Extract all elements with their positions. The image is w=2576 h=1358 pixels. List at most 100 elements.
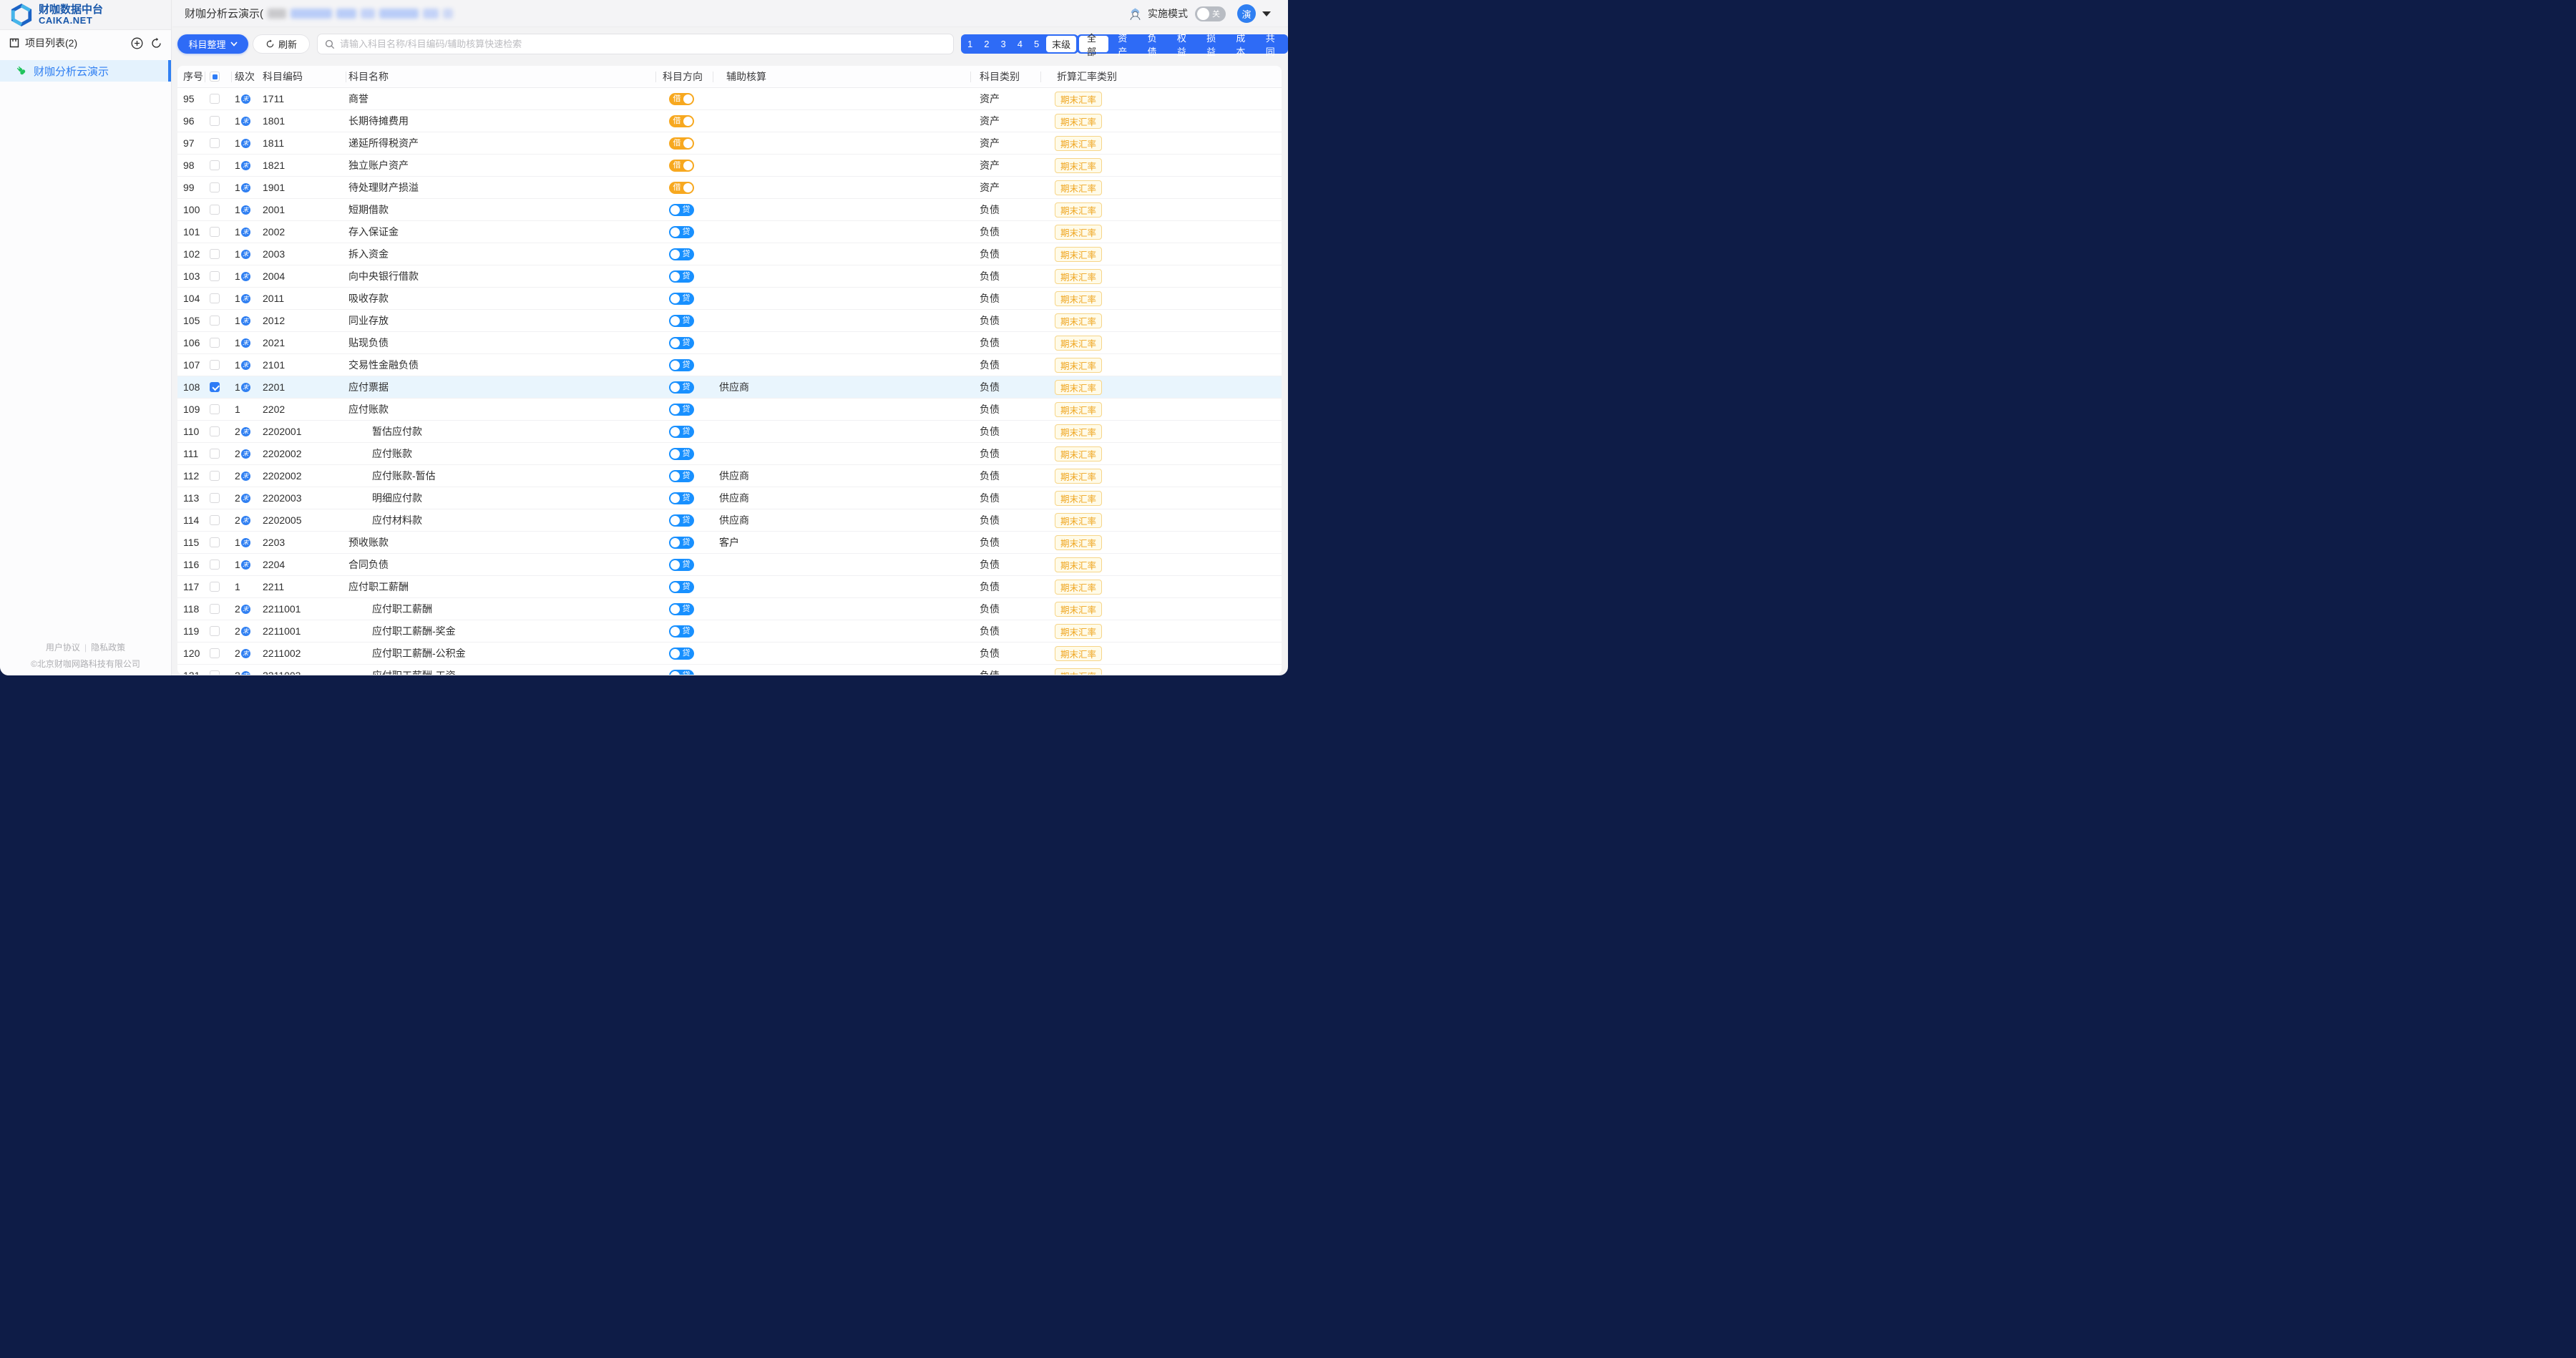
rate-chip[interactable]: 期末汇率 — [1055, 646, 1102, 661]
table-row[interactable]: 11712211应付职工薪酬贷负债期末汇率 — [177, 576, 1282, 598]
table-row[interactable]: 1192末2211001应付职工薪酬-奖金贷负债期末汇率 — [177, 620, 1282, 643]
direction-toggle[interactable]: 贷 — [669, 426, 694, 438]
rate-chip[interactable]: 期末汇率 — [1055, 291, 1102, 306]
rate-chip[interactable]: 期末汇率 — [1055, 469, 1102, 484]
table-row[interactable]: 1031末2004向中央银行借款贷负债期末汇率 — [177, 265, 1282, 288]
rate-chip[interactable]: 期末汇率 — [1055, 402, 1102, 417]
select-all-checkbox[interactable] — [210, 72, 220, 82]
table-row[interactable]: 1142末2202005应付材料款贷供应商负债期末汇率 — [177, 509, 1282, 532]
row-checkbox[interactable] — [210, 560, 220, 570]
rate-chip[interactable]: 期末汇率 — [1055, 92, 1102, 107]
rate-chip[interactable]: 期末汇率 — [1055, 358, 1102, 373]
row-checkbox[interactable] — [210, 205, 220, 215]
privacy-link[interactable]: 隐私政策 — [91, 643, 125, 653]
table-row[interactable]: 981末1821独立账户资产借资产期末汇率 — [177, 155, 1282, 177]
direction-toggle[interactable]: 贷 — [669, 337, 694, 349]
table-row[interactable]: 1061末2021贴现负债贷负债期末汇率 — [177, 332, 1282, 354]
rate-chip[interactable]: 期末汇率 — [1055, 513, 1102, 528]
rate-chip[interactable]: 期末汇率 — [1055, 158, 1102, 173]
direction-toggle[interactable]: 借 — [669, 160, 694, 172]
row-checkbox[interactable] — [210, 582, 220, 592]
rate-chip[interactable]: 期末汇率 — [1055, 380, 1102, 395]
rate-chip[interactable]: 期末汇率 — [1055, 202, 1102, 218]
direction-toggle[interactable]: 贷 — [669, 359, 694, 371]
implementation-mode-toggle[interactable]: 关 — [1195, 6, 1226, 21]
table-row[interactable]: 1071末2101交易性金融负债贷负债期末汇率 — [177, 354, 1282, 376]
row-checkbox[interactable] — [210, 182, 220, 192]
direction-toggle[interactable]: 贷 — [669, 470, 694, 482]
rate-chip[interactable]: 期末汇率 — [1055, 424, 1102, 439]
rate-chip[interactable]: 期末汇率 — [1055, 580, 1102, 595]
table-row[interactable]: 1041末2011吸收存款贷负债期末汇率 — [177, 288, 1282, 310]
rate-chip[interactable]: 期末汇率 — [1055, 602, 1102, 617]
rate-chip[interactable]: 期末汇率 — [1055, 446, 1102, 461]
direction-toggle[interactable]: 贷 — [669, 270, 694, 283]
row-checkbox[interactable] — [210, 360, 220, 370]
table-row[interactable]: 10912202应付账款贷负债期末汇率 — [177, 399, 1282, 421]
row-checkbox[interactable] — [210, 227, 220, 237]
terms-link[interactable]: 用户协议 — [46, 643, 80, 653]
row-checkbox[interactable] — [210, 670, 220, 675]
rate-chip[interactable]: 期末汇率 — [1055, 114, 1102, 129]
rate-chip[interactable]: 期末汇率 — [1055, 180, 1102, 195]
row-checkbox[interactable] — [210, 493, 220, 503]
sidebar-item-project[interactable]: 财咖分析云演示 — [0, 60, 171, 82]
table-row[interactable]: 1102末2202001暂估应付款贷负债期末汇率 — [177, 421, 1282, 443]
chevron-down-icon[interactable] — [1262, 11, 1271, 16]
direction-toggle[interactable]: 贷 — [669, 648, 694, 660]
avatar[interactable]: 演 — [1237, 4, 1256, 23]
rate-chip[interactable]: 期末汇率 — [1055, 491, 1102, 506]
table-row[interactable]: 1132末2202003明细应付款贷供应商负债期末汇率 — [177, 487, 1282, 509]
table-row[interactable]: 1011末2002存入保证金贷负债期末汇率 — [177, 221, 1282, 243]
level-filter-option-1[interactable]: 1 — [962, 34, 978, 54]
row-checkbox[interactable] — [210, 249, 220, 259]
row-checkbox[interactable] — [210, 160, 220, 170]
add-project-button[interactable] — [131, 37, 143, 49]
level-filter-option-5[interactable]: 5 — [1028, 34, 1045, 54]
table-row[interactable]: 951末1711商誉借资产期末汇率 — [177, 88, 1282, 110]
row-checkbox[interactable] — [210, 271, 220, 281]
row-checkbox[interactable] — [210, 293, 220, 303]
level-filter-option-3[interactable]: 3 — [995, 34, 1011, 54]
rate-chip[interactable]: 期末汇率 — [1055, 535, 1102, 550]
table-row[interactable]: 961末1801长期待摊费用借资产期末汇率 — [177, 110, 1282, 132]
direction-toggle[interactable]: 贷 — [669, 404, 694, 416]
direction-toggle[interactable]: 借 — [669, 115, 694, 127]
table-row[interactable]: 991末1901待处理财产损溢借资产期末汇率 — [177, 177, 1282, 199]
direction-toggle[interactable]: 贷 — [669, 581, 694, 593]
level-filter-option-末级[interactable]: 末级 — [1046, 36, 1076, 52]
rate-chip[interactable]: 期末汇率 — [1055, 225, 1102, 240]
direction-toggle[interactable]: 贷 — [669, 603, 694, 615]
table-row[interactable]: 1112末2202002应付账款贷负债期末汇率 — [177, 443, 1282, 465]
rate-chip[interactable]: 期末汇率 — [1055, 336, 1102, 351]
direction-toggle[interactable]: 贷 — [669, 537, 694, 549]
level-filter-option-4[interactable]: 4 — [1012, 34, 1028, 54]
refresh-button[interactable]: 刷新 — [253, 34, 310, 54]
table-row[interactable]: 1001末2001短期借款贷负债期末汇率 — [177, 199, 1282, 221]
direction-toggle[interactable]: 借 — [669, 137, 694, 150]
category-filter-option-权益[interactable]: 权益 — [1169, 34, 1199, 54]
row-checkbox[interactable] — [210, 382, 220, 392]
row-checkbox[interactable] — [210, 515, 220, 525]
category-filter-option-共同[interactable]: 共同 — [1258, 34, 1287, 54]
table-row[interactable]: 971末1811递延所得税资产借资产期末汇率 — [177, 132, 1282, 155]
category-filter-option-负债[interactable]: 负债 — [1140, 34, 1169, 54]
rate-chip[interactable]: 期末汇率 — [1055, 247, 1102, 262]
table-row[interactable]: 1182末2211001应付职工薪酬贷负债期末汇率 — [177, 598, 1282, 620]
level-filter-option-2[interactable]: 2 — [978, 34, 995, 54]
category-filter-option-成本[interactable]: 成本 — [1228, 34, 1257, 54]
search-input[interactable] — [340, 39, 946, 49]
direction-toggle[interactable]: 贷 — [669, 204, 694, 216]
direction-toggle[interactable]: 借 — [669, 182, 694, 194]
rate-chip[interactable]: 期末汇率 — [1055, 557, 1102, 572]
rate-chip[interactable]: 期末汇率 — [1055, 668, 1102, 675]
direction-toggle[interactable]: 贷 — [669, 559, 694, 571]
organize-subjects-button[interactable]: 科目整理 — [177, 34, 248, 54]
rate-chip[interactable]: 期末汇率 — [1055, 136, 1102, 151]
row-checkbox[interactable] — [210, 426, 220, 436]
direction-toggle[interactable]: 贷 — [669, 514, 694, 527]
table-row[interactable]: 1202末2211002应付职工薪酬-公积金贷负债期末汇率 — [177, 643, 1282, 665]
row-checkbox[interactable] — [210, 94, 220, 104]
direction-toggle[interactable]: 贷 — [669, 670, 694, 675]
rate-chip[interactable]: 期末汇率 — [1055, 269, 1102, 284]
